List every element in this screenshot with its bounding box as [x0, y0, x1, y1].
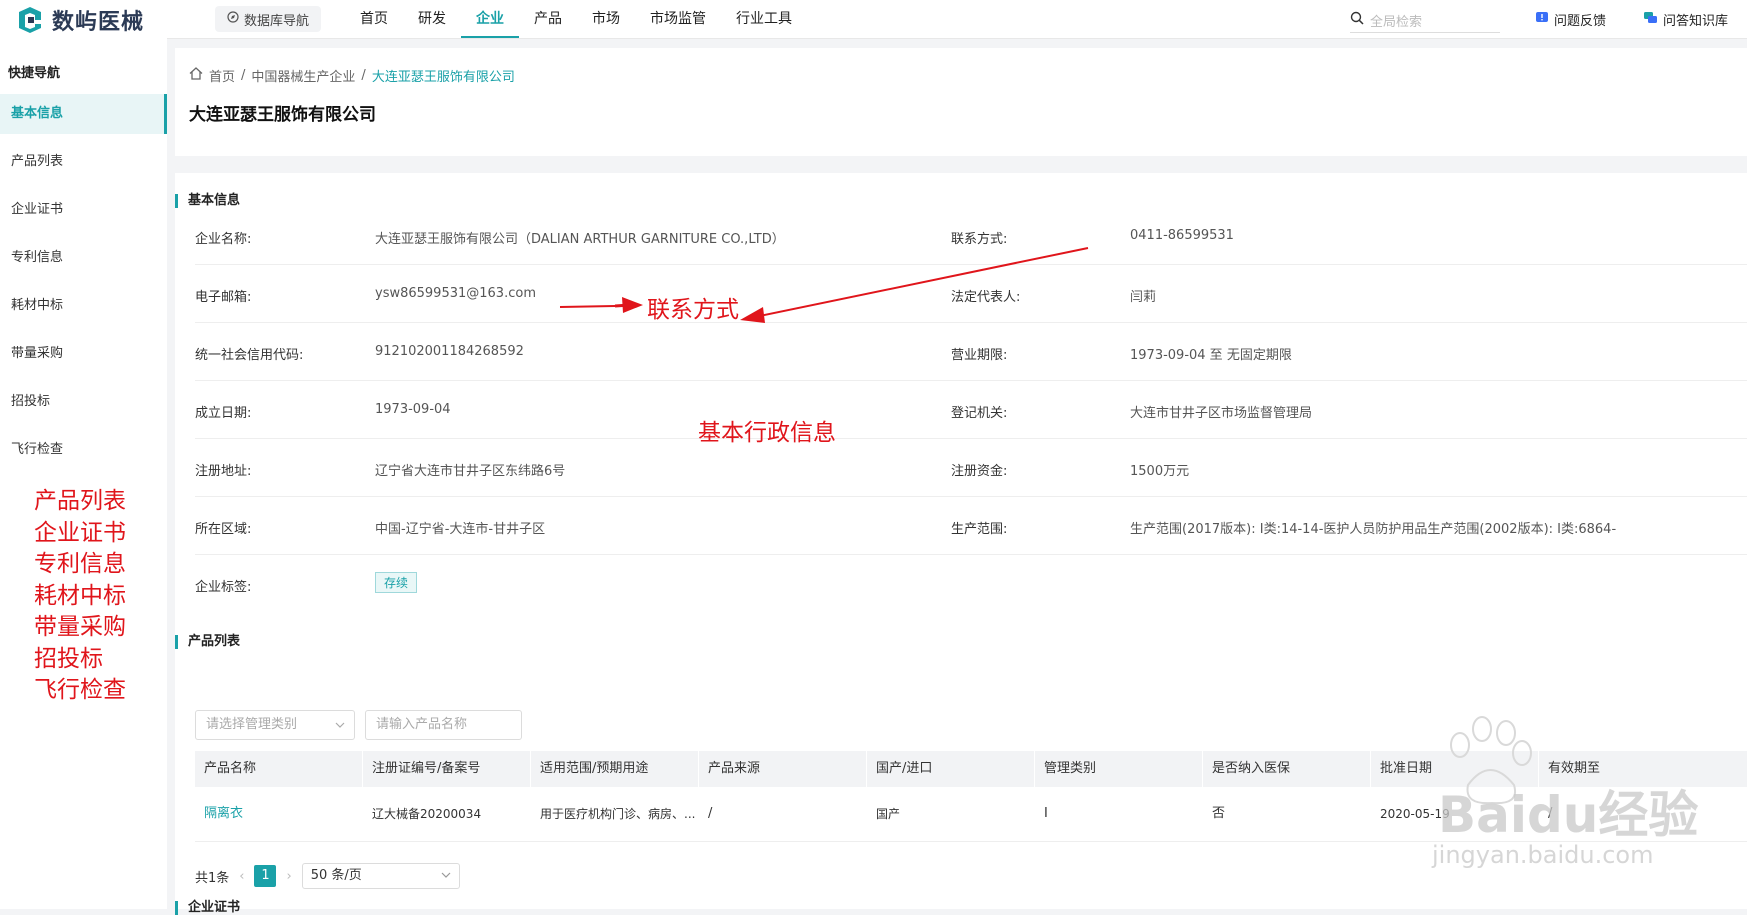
sidebar-item-flight-inspection[interactable]: 飞行检查	[0, 430, 167, 470]
column-header: 是否纳入医保	[1203, 751, 1371, 787]
global-search-input[interactable]: 全局检索	[1350, 8, 1500, 33]
feedback-label: 问题反馈	[1554, 14, 1607, 29]
feedback-button[interactable]: 问题反馈	[1535, 10, 1606, 29]
database-nav-button[interactable]: 数据库导航	[215, 6, 322, 32]
column-header: 产品来源	[699, 751, 867, 787]
feedback-icon	[1535, 11, 1549, 29]
quick-nav-sidebar: 快捷导航 基本信息 产品列表 企业证书 专利信息 耗材中标 带量采购 招投标 飞…	[0, 38, 167, 909]
top-navbar: 数屿医械 数据库导航 首页 研发 企业 产品 市场 市场监管 行业工具 全局检索…	[0, 0, 1747, 39]
annotation-list-item: 招投标	[34, 645, 103, 672]
nav-industry-tools[interactable]: 行业工具	[721, 0, 807, 38]
logo-text: 数屿医械	[52, 10, 145, 35]
breadcrumb-level1[interactable]: 中国器械生产企业	[251, 66, 355, 85]
nav-home[interactable]: 首页	[345, 0, 403, 38]
sidebar-item-product-list[interactable]: 产品列表	[0, 142, 167, 182]
table-cell: 否	[1212, 806, 1226, 821]
category-select[interactable]: 请选择管理类别	[195, 710, 355, 740]
column-header: 国产/进口	[867, 751, 1035, 787]
logo-icon	[16, 6, 46, 34]
annotation-list-item: 专利信息	[34, 551, 126, 577]
annotation-list-item: 产品列表	[34, 488, 126, 514]
home-icon	[189, 67, 203, 84]
search-placeholder: 全局检索	[1370, 14, 1423, 30]
annotation-arrow	[749, 247, 1089, 319]
breadcrumb-separator: /	[361, 68, 366, 83]
knowledge-base-button[interactable]: 问答知识库	[1643, 10, 1728, 29]
annotation-list-item: 带量采购	[34, 614, 126, 640]
search-icon	[1350, 11, 1364, 29]
category-select-placeholder: 请选择管理类别	[206, 717, 298, 732]
product-name-link[interactable]: 隔离衣	[195, 787, 363, 841]
sidebar-item-basic-info[interactable]: 基本信息	[0, 94, 167, 134]
column-header: 产品名称	[195, 751, 363, 787]
section-title-certificates: 企业证书	[175, 901, 240, 915]
product-name-placeholder: 请输入产品名称	[376, 717, 468, 732]
status-badge: 存续	[375, 572, 418, 593]
page-title: 大连亚瑟王服饰有限公司	[189, 105, 376, 125]
watermark-subtext: jingyan.baidu.com	[1432, 841, 1654, 869]
column-header: 适用范围/预期用途	[531, 751, 699, 787]
logo[interactable]: 数屿医械	[16, 4, 144, 36]
nav-product[interactable]: 产品	[519, 0, 577, 38]
page-header: 首页 / 中国器械生产企业 / 大连亚瑟王服饰有限公司 大连亚瑟王服饰有限公司	[175, 48, 1747, 156]
chat-icon	[1643, 11, 1658, 29]
sidebar-item-certificates[interactable]: 企业证书	[0, 190, 167, 230]
pagination: 共1条 ‹ 1 › 50 条/页	[195, 863, 460, 889]
breadcrumb-current: 大连亚瑟王服饰有限公司	[371, 70, 515, 85]
arrowhead-icon	[622, 297, 643, 313]
breadcrumb-separator: /	[241, 68, 246, 83]
pagination-total: 共1条	[195, 870, 230, 886]
table-cell: /	[708, 806, 713, 821]
annotation-list: 产品列表 企业证书 专利信息 耗材中标 带量采购 招投标 飞行检查	[34, 486, 126, 707]
annotation-list-item: 飞行检查	[34, 677, 126, 703]
next-page-icon[interactable]: ›	[286, 869, 291, 884]
sidebar-title: 快捷导航	[8, 66, 61, 81]
chevron-down-icon	[335, 711, 345, 750]
sidebar-item-patents[interactable]: 专利信息	[0, 238, 167, 278]
breadcrumb: 首页 / 中国器械生产企业 / 大连亚瑟王服饰有限公司	[189, 66, 515, 85]
baidu-watermark: Baidu经验 jingyan.baidu.com	[1430, 705, 1740, 875]
annotation-arrows	[559, 247, 1089, 323]
column-header: 管理类别	[1035, 751, 1203, 787]
compass-icon	[227, 11, 239, 27]
page-size-value: 50 条/页	[310, 868, 362, 883]
table-cell: Ⅰ	[1044, 806, 1048, 821]
chevron-down-icon	[441, 864, 451, 888]
nav-market[interactable]: 市场	[577, 0, 635, 38]
breadcrumb-home[interactable]: 首页	[209, 66, 235, 85]
product-name-input[interactable]: 请输入产品名称	[365, 710, 522, 740]
sidebar-item-consumable-bids[interactable]: 耗材中标	[0, 286, 167, 326]
knowledge-base-label: 问答知识库	[1663, 14, 1729, 29]
nav-research[interactable]: 研发	[403, 0, 461, 38]
database-nav-label: 数据库导航	[244, 13, 310, 29]
nav-enterprise[interactable]: 企业	[461, 0, 519, 38]
arrowhead-icon	[740, 307, 765, 323]
prev-page-icon[interactable]: ‹	[239, 869, 244, 884]
annotation-arrow	[559, 305, 616, 308]
annotation-admin-info: 基本行政信息	[698, 420, 836, 446]
nav-market-supervision[interactable]: 市场监管	[635, 0, 721, 38]
page-size-select[interactable]: 50 条/页	[301, 863, 460, 889]
main-nav: 首页 研发 企业 产品 市场 市场监管 行业工具	[345, 0, 807, 38]
info-row: 企业标签: 存续	[195, 554, 1747, 612]
sidebar-item-volume-procurement[interactable]: 带量采购	[0, 334, 167, 374]
table-cell: 用于医疗机构门诊、病房、...	[540, 807, 696, 821]
annotation-list-item: 耗材中标	[34, 582, 126, 609]
sidebar-item-tenders[interactable]: 招投标	[0, 382, 167, 422]
annotation-list-item: 企业证书	[34, 519, 126, 546]
table-cell: 辽大械备20200034	[372, 807, 482, 821]
info-label: 企业标签:	[195, 580, 252, 595]
annotation-contact: 联系方式	[647, 297, 739, 323]
section-title-product-list: 产品列表	[175, 635, 240, 649]
page-button[interactable]: 1	[254, 865, 277, 887]
column-header: 注册证编号/备案号	[363, 751, 531, 787]
table-cell: 国产	[876, 807, 901, 821]
watermark-text: Baidu经验	[1438, 786, 1699, 844]
